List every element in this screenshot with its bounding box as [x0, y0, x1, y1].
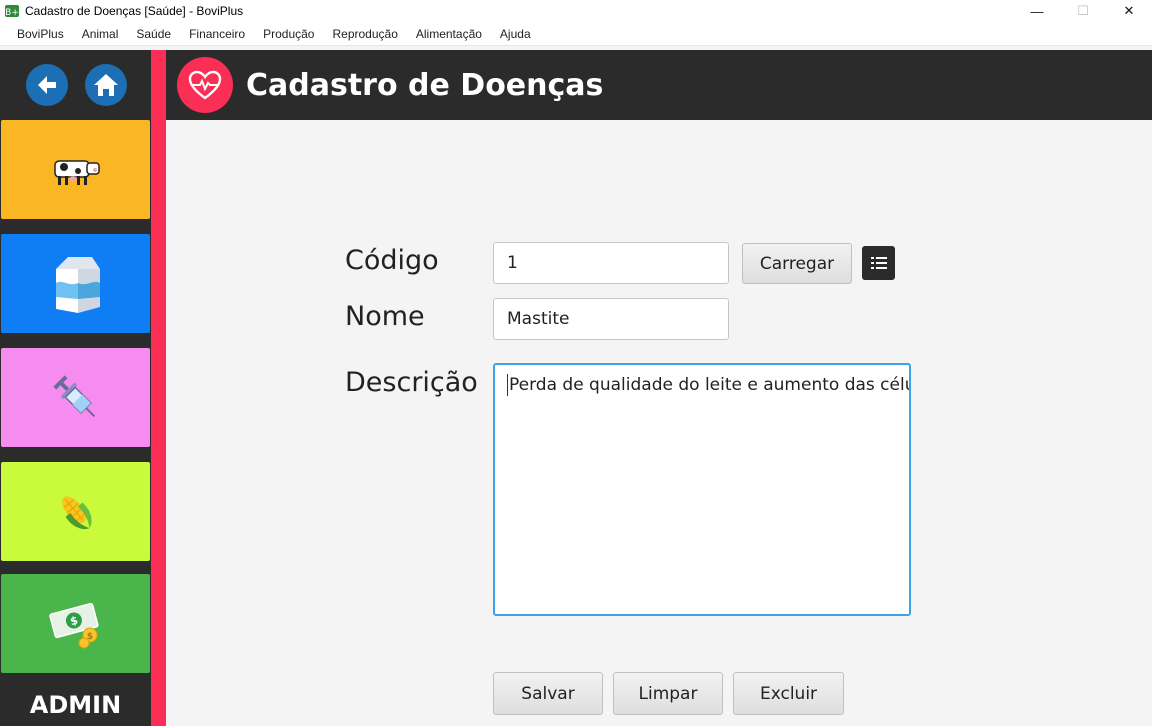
salvar-button[interactable]: Salvar [493, 672, 603, 715]
accent-bar [151, 50, 166, 726]
svg-text:B+: B+ [5, 8, 19, 18]
carregar-button[interactable]: Carregar [742, 243, 852, 284]
nome-input[interactable]: Mastite [493, 298, 729, 340]
nome-label: Nome [345, 301, 425, 332]
back-button[interactable] [26, 64, 68, 106]
admin-label: ADMIN [29, 691, 122, 719]
syringe-icon [52, 374, 95, 417]
menu-ajuda[interactable]: Ajuda [491, 22, 540, 46]
sidebar-tile-saude[interactable] [1, 348, 150, 447]
window-title: Cadastro de Doenças [Saúde] - BoviPlus [25, 4, 244, 18]
menu-financeiro[interactable]: Financeiro [180, 22, 254, 46]
home-icon [94, 74, 118, 96]
text-caret [507, 374, 508, 396]
menu-saude[interactable]: Saúde [127, 22, 180, 46]
app-icon: B+ [5, 5, 19, 18]
cow-icon [53, 159, 100, 185]
heart-pulse-icon [177, 57, 233, 113]
sidebar-tile-alimentacao[interactable] [1, 462, 150, 561]
arrow-left-icon [38, 76, 56, 94]
window-controls: — ☐ ✕ [1014, 0, 1152, 22]
list-icon [870, 257, 887, 269]
codigo-label: Código [345, 245, 439, 276]
limpar-button[interactable]: Limpar [613, 672, 723, 715]
descricao-text: Perda de qualidade do leite e aumento da… [509, 375, 911, 395]
sidebar-tile-producao[interactable] [1, 234, 150, 333]
page-header: Cadastro de Doenças [166, 50, 1152, 120]
list-button[interactable] [862, 246, 895, 280]
sidebar-tile-animal[interactable] [1, 120, 150, 219]
milk-carton-icon [55, 256, 100, 313]
descricao-textarea[interactable]: Perda de qualidade do leite e aumento da… [493, 363, 911, 616]
sidebar-tile-financeiro[interactable]: $ $ [1, 574, 150, 673]
menu-boviplus[interactable]: BoviPlus [8, 22, 73, 46]
sidebar-nav-top [0, 50, 151, 120]
close-button[interactable]: ✕ [1106, 0, 1152, 22]
menu-producao[interactable]: Produção [254, 22, 323, 46]
excluir-button[interactable]: Excluir [733, 672, 844, 715]
codigo-input[interactable]: 1 [493, 242, 729, 284]
descricao-label: Descrição [345, 367, 478, 398]
menu-reproducao[interactable]: Reprodução [323, 22, 406, 46]
menu-alimentacao[interactable]: Alimentação [407, 22, 491, 46]
maximize-button[interactable]: ☐ [1060, 0, 1106, 22]
corn-icon [61, 495, 92, 529]
sidebar: $ $ ADMIN [0, 50, 151, 726]
minimize-button[interactable]: — [1014, 0, 1060, 22]
home-button[interactable] [85, 64, 127, 106]
page-title: Cadastro de Doenças [246, 67, 604, 103]
window-titlebar: B+ Cadastro de Doenças [Saúde] - BoviPlu… [0, 0, 1152, 22]
menu-bar: BoviPlus Animal Saúde Financeiro Produçã… [0, 22, 1152, 46]
menu-animal[interactable]: Animal [73, 22, 128, 46]
money-icon: $ $ [48, 602, 99, 648]
